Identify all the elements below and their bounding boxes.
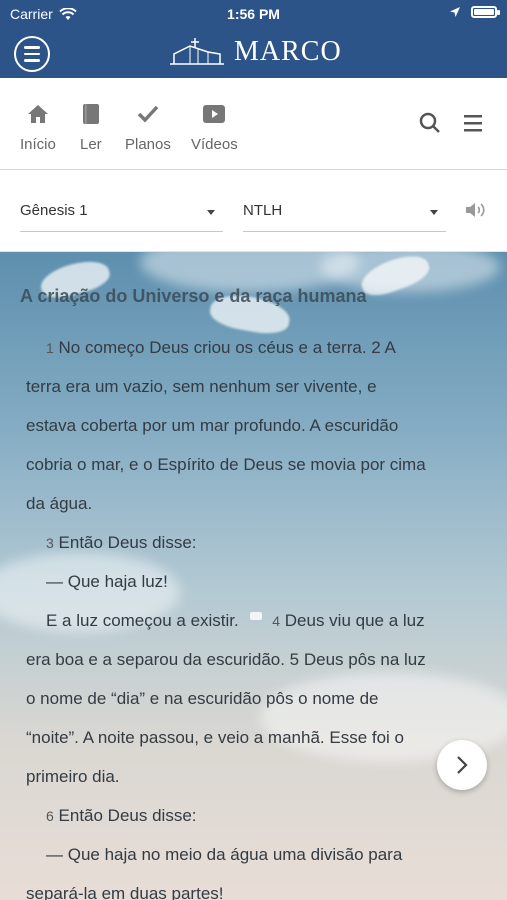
verse-number: 3 xyxy=(46,535,54,551)
book-chapter-value: Gênesis 1 xyxy=(20,202,88,219)
book-icon xyxy=(82,104,99,124)
verse-line: o nome de “dia” e na escuridão pôs o nom… xyxy=(26,689,379,708)
status-right xyxy=(449,6,500,18)
verse-line: — Que haja no meio da água uma divisão p… xyxy=(46,845,403,864)
main-nav: Início Ler Planos Vídeos xyxy=(0,78,507,170)
verse-line: 3 Então Deus disse: xyxy=(46,533,197,553)
verse-number: 1 xyxy=(46,340,54,356)
brand-name: MARCO xyxy=(234,36,342,67)
battery-icon xyxy=(471,6,500,18)
section-heading: A criação do Universo e da raça humana xyxy=(20,286,367,306)
tab-label: Ler xyxy=(80,136,102,153)
status-bar: Carrier 1:56 PM xyxy=(0,0,507,28)
verse-line: separá-la em duas partes! xyxy=(26,884,224,900)
verse-line: terra era um vazio, sem nenhum ser viven… xyxy=(26,377,377,396)
footnote-icon[interactable] xyxy=(249,612,262,620)
next-chapter-button[interactable] xyxy=(437,740,487,790)
version-select[interactable]: NTLH xyxy=(243,200,446,232)
verse-line: primeiro dia. xyxy=(26,767,120,786)
verse-text: No começo Deus criou os céus e a terra. … xyxy=(58,338,396,357)
video-icon xyxy=(203,105,226,123)
search-icon[interactable] xyxy=(419,112,441,134)
chevron-down-icon xyxy=(207,210,215,215)
verse-line: 6 Então Deus disse: xyxy=(46,806,197,826)
verse-text: Então Deus disse: xyxy=(58,806,197,825)
list-menu-icon[interactable] xyxy=(463,114,483,132)
verse-text: Então Deus disse: xyxy=(58,533,197,552)
tab-ler[interactable]: Ler xyxy=(80,102,102,153)
tab-label: Vídeos xyxy=(191,136,238,153)
chevron-right-icon xyxy=(457,756,468,774)
status-time: 1:56 PM xyxy=(227,6,280,22)
check-icon xyxy=(137,105,159,123)
tab-label: Início xyxy=(20,136,56,153)
app-header: Carrier 1:56 PM MARCO xyxy=(0,0,507,78)
book-chapter-select[interactable]: Gênesis 1 xyxy=(20,200,223,232)
verse-line: da água. xyxy=(26,494,93,513)
nav-actions xyxy=(419,112,483,134)
tab-planos[interactable]: Planos xyxy=(125,102,171,153)
location-arrow-icon xyxy=(450,7,460,17)
side-menu-button[interactable] xyxy=(14,36,50,72)
brand-logo: MARCO xyxy=(168,32,342,72)
verse-line: E a luz começou a existir. 4 Deus viu qu… xyxy=(46,611,425,631)
verse-line: “noite”. A noite passou, e veio a manhã.… xyxy=(26,728,405,747)
verse-text: E a luz começou a existir. xyxy=(46,611,239,630)
home-icon xyxy=(27,105,48,123)
verse-line: estava coberta por um mar profundo. A es… xyxy=(26,416,399,435)
verse-line: — Que haja luz! xyxy=(46,572,168,591)
chevron-down-icon xyxy=(430,210,438,215)
tab-inicio[interactable]: Início xyxy=(20,102,56,153)
version-value: NTLH xyxy=(243,202,283,219)
verse-text: Deus viu que a luz xyxy=(284,611,425,630)
tab-videos[interactable]: Vídeos xyxy=(191,102,238,153)
verse-number: 6 xyxy=(46,808,54,824)
verse-line: era boa e a separou da escuridão. 5 Deus… xyxy=(26,650,426,669)
verse-number: 4 xyxy=(272,613,281,629)
verse-line: 1 No começo Deus criou os céus e a terra… xyxy=(46,338,396,358)
passage-selectors: Gênesis 1 NTLH xyxy=(0,170,507,252)
bible-reader: A criação do Universo e da raça humana 1… xyxy=(0,252,507,900)
tab-label: Planos xyxy=(125,136,171,153)
verse-line: cobria o mar, e o Espírito de Deus se mo… xyxy=(26,455,426,474)
speaker-icon[interactable] xyxy=(464,200,490,220)
church-logo-icon xyxy=(170,38,224,65)
